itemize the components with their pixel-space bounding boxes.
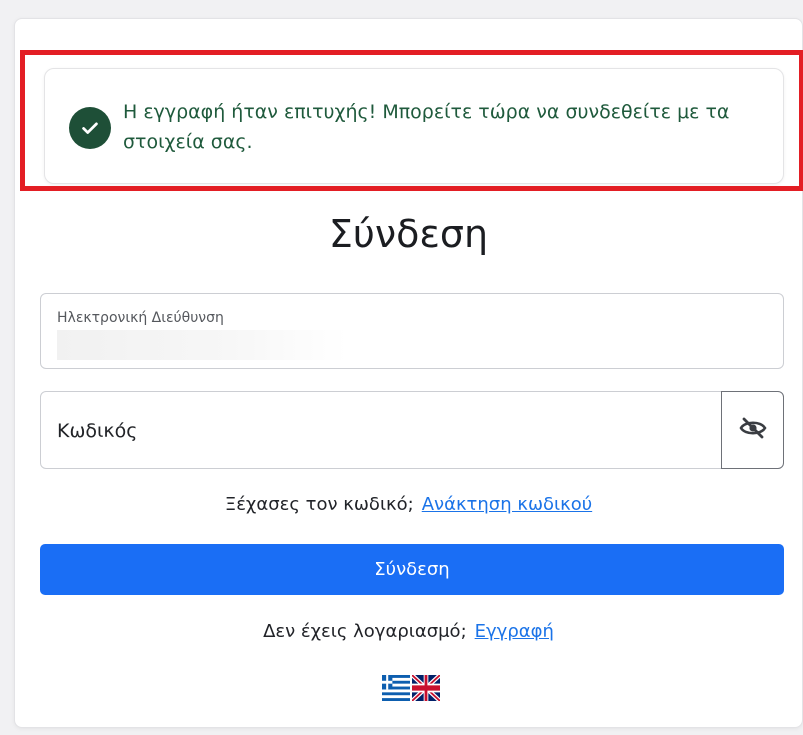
register-row: Δεν έχεις λογαριασμό; Εγγραφή	[14, 621, 803, 642]
forgot-password-text: Ξέχασες τον κωδικό;	[224, 494, 414, 515]
eye-slash-icon	[739, 416, 767, 444]
recover-password-link[interactable]: Ανάκτηση κωδικού	[422, 494, 592, 515]
password-input[interactable]	[57, 416, 697, 446]
highlight-frame	[20, 50, 803, 191]
email-label: Ηλεκτρονική Διεύθυνση	[57, 310, 224, 326]
greek-flag-icon[interactable]	[382, 675, 410, 701]
email-field[interactable]: Ηλεκτρονική Διεύθυνση	[40, 293, 784, 369]
page-title: Σύνδεση	[328, 212, 489, 256]
toggle-password-visibility-button[interactable]	[721, 391, 784, 469]
email-input[interactable]	[57, 330, 347, 360]
register-link[interactable]: Εγγραφή	[475, 621, 554, 642]
password-field[interactable]	[40, 391, 722, 469]
uk-flag-icon[interactable]	[412, 675, 440, 701]
language-switcher	[382, 675, 440, 701]
login-button[interactable]: Σύνδεση	[40, 544, 784, 595]
no-account-text: Δεν έχεις λογαριασμό;	[263, 621, 467, 642]
forgot-password-row: Ξέχασες τον κωδικό; Ανάκτηση κωδικού	[14, 494, 803, 515]
